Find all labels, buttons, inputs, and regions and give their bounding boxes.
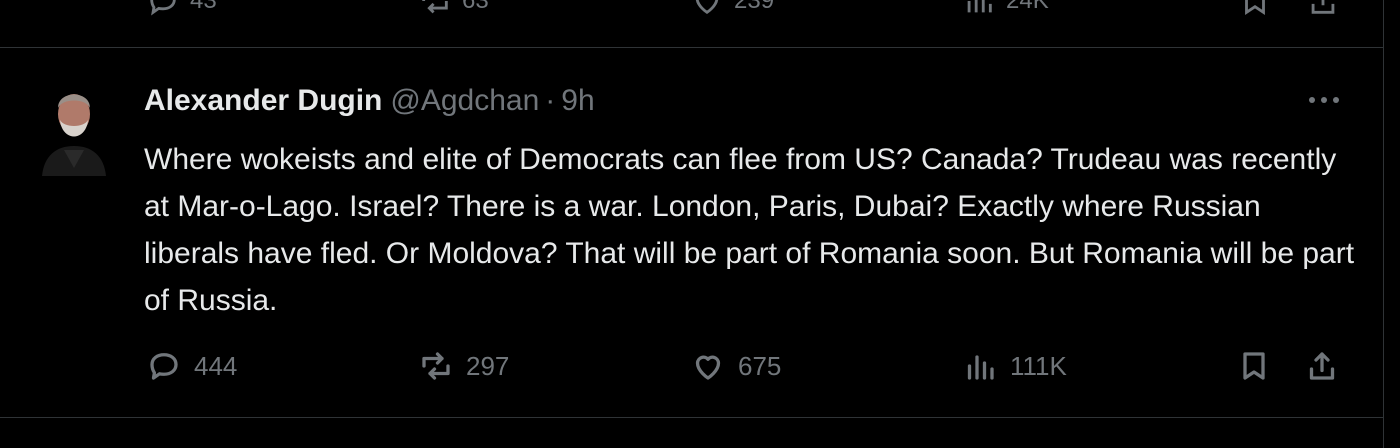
heart-icon bbox=[695, 0, 719, 15]
bookmark-icon bbox=[1243, 352, 1265, 380]
author-handle[interactable]: @Agdchan bbox=[390, 84, 539, 117]
more-icon-dot bbox=[1321, 97, 1327, 103]
avatar[interactable] bbox=[34, 76, 114, 176]
prev-views-count: 24K bbox=[1006, 0, 1049, 14]
tweet-actions: 444 297 675 111K bbox=[0, 348, 1384, 392]
previous-tweet-actions: 43 63 239 24K bbox=[0, 0, 1384, 48]
repost-icon bbox=[422, 0, 448, 14]
tweet-header: Alexander Dugin @Agdchan · 9h bbox=[144, 84, 595, 118]
like-count: 675 bbox=[738, 350, 782, 381]
prev-reply-button[interactable]: 43 bbox=[146, 0, 217, 18]
reply-count: 444 bbox=[194, 350, 238, 381]
prev-like-count: 239 bbox=[734, 0, 775, 14]
prev-repost-count: 63 bbox=[462, 0, 489, 14]
tweet-text: Where wokeists and elite of Democrats ca… bbox=[144, 143, 1355, 317]
like-button[interactable]: 675 bbox=[690, 348, 781, 384]
reply-icon bbox=[150, 0, 176, 16]
reply-button[interactable]: 444 bbox=[146, 348, 237, 384]
prev-reply-count: 43 bbox=[190, 0, 217, 14]
more-icon-dot bbox=[1333, 97, 1339, 103]
bookmark-button[interactable] bbox=[1236, 348, 1272, 384]
tweet[interactable]: Alexander Dugin @Agdchan · 9h Where wokeist… bbox=[0, 48, 1384, 418]
share-button[interactable] bbox=[1304, 348, 1340, 384]
repost-count: 297 bbox=[466, 350, 510, 381]
more-options-button[interactable] bbox=[1304, 90, 1344, 110]
heart-icon bbox=[695, 355, 721, 380]
views-icon bbox=[967, 0, 992, 13]
views-count: 111K bbox=[1010, 350, 1067, 381]
repost-button[interactable]: 297 bbox=[418, 348, 509, 384]
prev-repost-button[interactable]: 63 bbox=[418, 0, 489, 18]
views-icon bbox=[967, 355, 994, 380]
author-name[interactable]: Alexander Dugin bbox=[144, 84, 382, 117]
repost-icon bbox=[422, 352, 450, 380]
prev-bookmark-button[interactable] bbox=[1238, 0, 1272, 18]
prev-share-button[interactable] bbox=[1306, 0, 1340, 18]
share-icon bbox=[1309, 352, 1335, 380]
bookmark-icon bbox=[1245, 0, 1265, 15]
avatar-image bbox=[34, 76, 114, 176]
more-icon bbox=[1309, 97, 1315, 103]
views-button[interactable]: 111K bbox=[962, 348, 1067, 384]
timeline: 43 63 239 24K Alexander Dugin @Agdchan ·… bbox=[0, 0, 1384, 448]
prev-views-button[interactable]: 24K bbox=[962, 0, 1049, 18]
prev-like-button[interactable]: 239 bbox=[690, 0, 774, 18]
share-icon bbox=[1311, 0, 1335, 14]
tweet-timestamp[interactable]: 9h bbox=[561, 84, 594, 117]
separator-dot: · bbox=[545, 84, 556, 117]
reply-icon bbox=[150, 353, 178, 380]
